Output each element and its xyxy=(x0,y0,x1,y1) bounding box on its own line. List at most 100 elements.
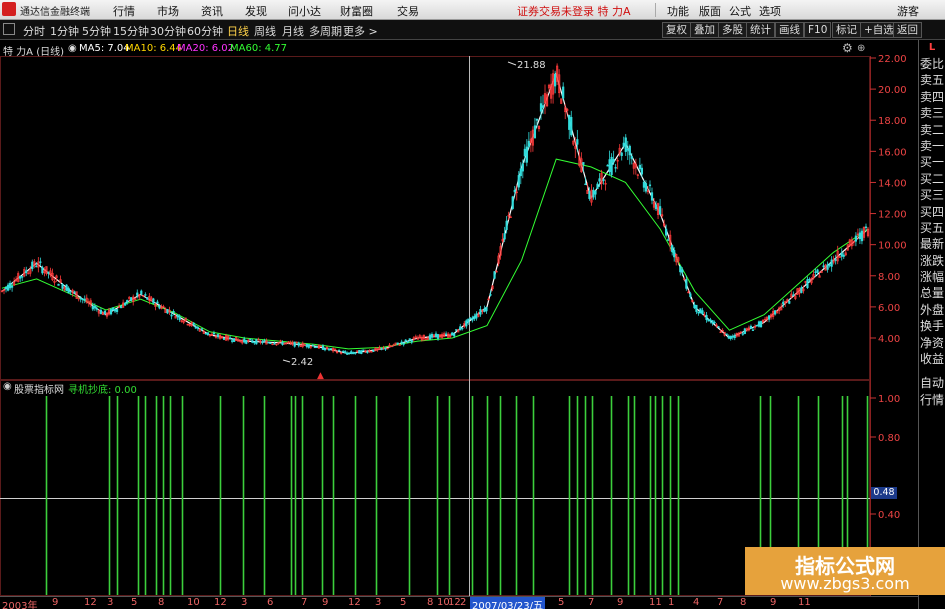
sidebar-item[interactable]: 卖二 xyxy=(919,122,945,138)
sidebar-l-icon[interactable]: L xyxy=(919,40,945,56)
ma5-label: MA5: 7.04 xyxy=(79,43,130,54)
sidebar-item[interactable]: 收益 xyxy=(919,351,945,367)
candle-body xyxy=(582,162,585,165)
diejia-button[interactable]: 叠加 xyxy=(690,22,719,38)
sidebar-item[interactable]: 换手 xyxy=(919,318,945,334)
candle-body xyxy=(826,264,829,270)
candle-body xyxy=(281,342,284,345)
candle-body xyxy=(120,306,123,309)
candle-body xyxy=(342,351,345,353)
menu-banmian[interactable]: 版面 xyxy=(699,3,721,19)
low-marker xyxy=(282,359,291,363)
period-1min[interactable]: 1分钟 xyxy=(50,23,79,39)
date-tick-label: 9 xyxy=(52,597,59,608)
candlesticks xyxy=(0,63,870,356)
candle-body xyxy=(673,250,676,258)
menu-xuanxiang[interactable]: 选项 xyxy=(759,3,781,19)
candle-body xyxy=(172,311,175,313)
candle-body xyxy=(455,329,458,331)
candle-body xyxy=(774,310,777,315)
candle-body xyxy=(681,269,684,273)
candle-body xyxy=(103,310,107,315)
sidebar-item[interactable]: 委比 xyxy=(919,56,945,72)
sidebar-item[interactable]: 卖一 xyxy=(919,138,945,154)
price-tick-label: 18.00 xyxy=(878,116,907,127)
menu-shichang[interactable]: 市场 xyxy=(157,3,179,19)
indicator-tick-label: 0.40 xyxy=(878,510,900,521)
sidebar-item[interactable]: 外盘 xyxy=(919,302,945,318)
f10-button[interactable]: F10 xyxy=(804,22,832,38)
menu-caifuquan[interactable]: 财富圈 xyxy=(340,3,373,19)
menu-faxian[interactable]: 发现 xyxy=(245,3,267,19)
candle-body xyxy=(614,167,617,169)
period-30min[interactable]: 30分钟 xyxy=(150,23,186,39)
candle-body xyxy=(41,267,44,274)
candle-body xyxy=(372,349,375,352)
candle-body xyxy=(366,351,369,354)
sidebar-item[interactable]: 涨幅 xyxy=(919,269,945,285)
candle-body xyxy=(311,345,314,347)
duogu-button[interactable]: 多股 xyxy=(718,22,747,38)
candle-body xyxy=(828,264,831,266)
sidebar-item[interactable]: 自动 xyxy=(919,375,945,391)
sidebar-item[interactable]: 买一 xyxy=(919,154,945,170)
candle-body xyxy=(73,291,76,293)
app-logo-icon xyxy=(2,2,16,16)
sidebar-item[interactable]: 买二 xyxy=(919,171,945,187)
chart-area[interactable]: 22.00 20.00 18.00 16.00 14.00 12.00 10.00 8.00 6… xyxy=(0,40,918,596)
panel-toggle-icon[interactable] xyxy=(3,23,15,35)
menu-zixun[interactable]: 资讯 xyxy=(201,3,223,19)
candle-body xyxy=(541,105,545,108)
period-daily[interactable]: 日线 xyxy=(227,23,249,39)
tongji-button[interactable]: 统计 xyxy=(746,22,775,38)
zoom-in-icon[interactable]: ⊕ xyxy=(857,43,865,54)
candle-body xyxy=(842,254,845,257)
sidebar-item[interactable]: 卖三 xyxy=(919,105,945,121)
price-series-line xyxy=(1,158,869,350)
sidebar-item[interactable]: 涨跌 xyxy=(919,253,945,269)
sidebar-item[interactable]: 净资 xyxy=(919,335,945,351)
sidebar-item[interactable]: 最新 xyxy=(919,236,945,252)
candle-body xyxy=(711,320,714,324)
candle-body xyxy=(344,351,347,354)
sidebar-item[interactable]: 行情 xyxy=(919,392,945,408)
candle-body xyxy=(109,309,113,315)
biaoji-button[interactable]: 标记 xyxy=(832,22,861,38)
sidebar-item[interactable]: 卖四 xyxy=(919,89,945,105)
sidebar-item[interactable]: 总量 xyxy=(919,285,945,301)
menu-gongshi[interactable]: 公式 xyxy=(729,3,751,19)
period-more[interactable]: 更多 > xyxy=(343,23,378,39)
period-15min[interactable]: 15分钟 xyxy=(113,23,149,39)
candle-body xyxy=(144,294,147,296)
sidebar-item[interactable]: 买五 xyxy=(919,220,945,236)
period-5min[interactable]: 5分钟 xyxy=(82,23,111,39)
ma-expand-icon[interactable]: ◉ xyxy=(68,43,77,54)
indicator-expand-icon[interactable]: ◉ xyxy=(3,381,12,392)
menu-jiaoyi[interactable]: 交易 xyxy=(397,3,419,19)
candle-body xyxy=(410,340,413,343)
period-toolbar: 分时 1分钟 5分钟 15分钟 30分钟 60分钟 日线 周线 月线 多周期 更… xyxy=(0,20,945,40)
period-monthly[interactable]: 月线 xyxy=(282,23,304,39)
menu-gongneng[interactable]: 功能 xyxy=(667,3,689,19)
huaxian-button[interactable]: 画线 xyxy=(775,22,804,38)
menu-youke[interactable]: 游客 xyxy=(897,3,919,19)
period-multi[interactable]: 多周期 xyxy=(309,23,342,39)
menu-wenxiaoda[interactable]: 问小达 xyxy=(288,3,321,19)
back-button[interactable]: 返回 xyxy=(893,22,922,38)
candle-body xyxy=(269,342,272,345)
price-tick-label: 16.00 xyxy=(878,147,907,158)
sidebar-item[interactable]: 买四 xyxy=(919,204,945,220)
period-weekly[interactable]: 周线 xyxy=(254,23,276,39)
candle-body xyxy=(21,276,24,278)
settings-icon[interactable]: ⚙ xyxy=(842,41,853,55)
candle-body xyxy=(91,306,94,310)
period-60min[interactable]: 60分钟 xyxy=(187,23,223,39)
candle-body xyxy=(485,307,488,312)
candle-body xyxy=(47,271,50,274)
period-fenshi[interactable]: 分时 xyxy=(23,23,45,39)
fuquan-button[interactable]: 复权 xyxy=(662,22,691,38)
sidebar-item[interactable]: 买三 xyxy=(919,187,945,203)
menu-hangqing[interactable]: 行情 xyxy=(113,3,135,19)
price-tick-label: 10.00 xyxy=(878,241,907,252)
sidebar-item[interactable]: 卖五 xyxy=(919,72,945,88)
